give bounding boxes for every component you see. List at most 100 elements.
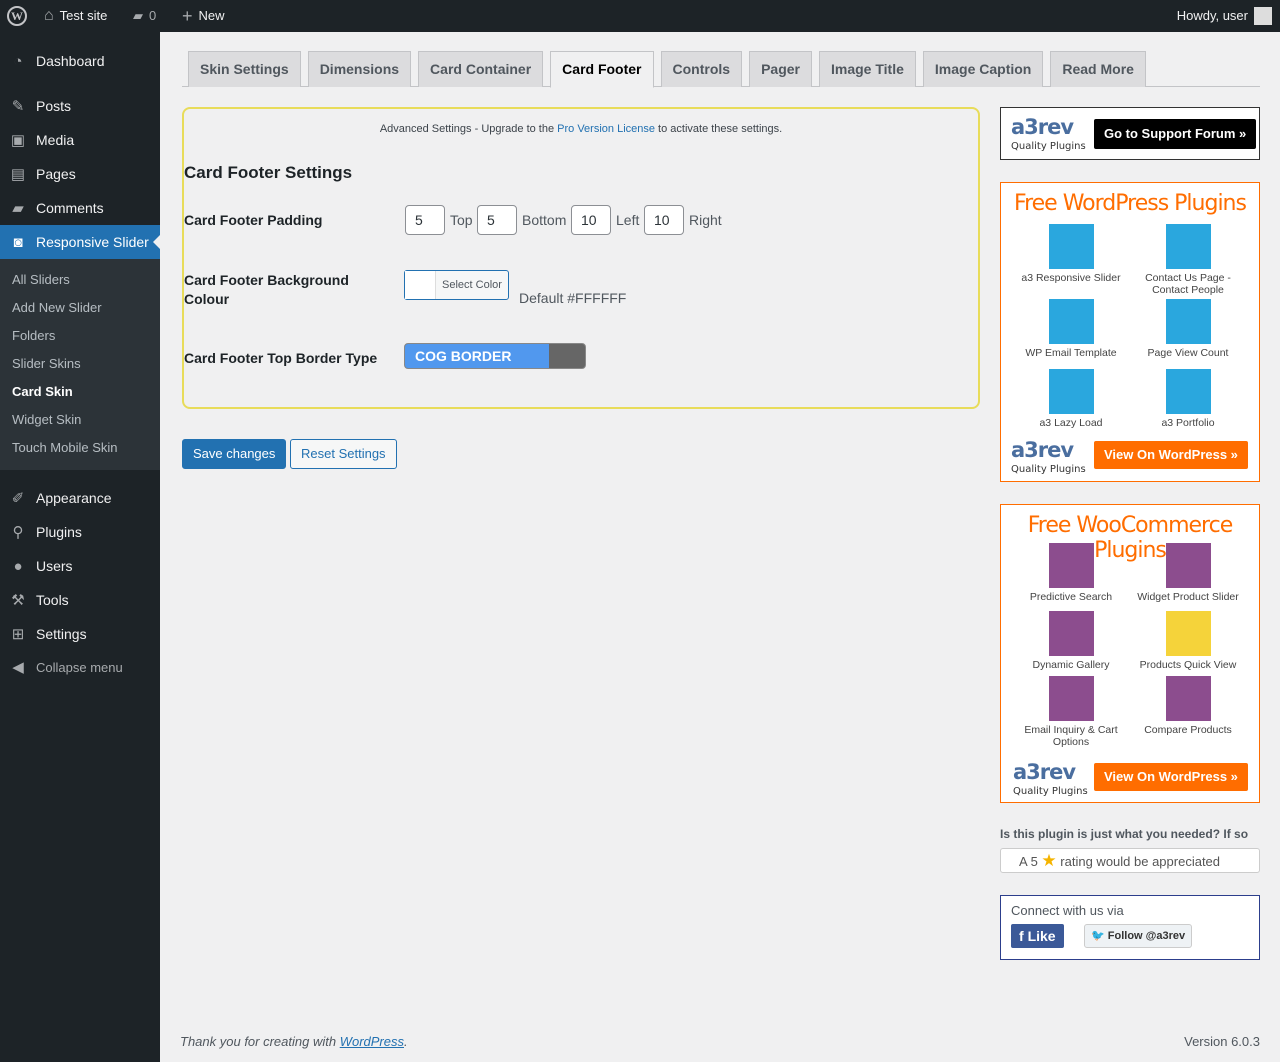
- tab-controls[interactable]: Controls: [660, 51, 743, 87]
- menu-comments[interactable]: ▰ Comments: [0, 191, 160, 225]
- padding-right-input[interactable]: 10: [644, 205, 684, 235]
- comment-icon: ▰: [12, 200, 24, 217]
- plugin-item[interactable]: WP Email Template: [1016, 299, 1126, 359]
- menu-dashboard[interactable]: ◔ Dashboard: [0, 44, 160, 78]
- support-forum-button[interactable]: Go to Support Forum »: [1094, 119, 1257, 149]
- settings-tabs: Skin Settings Dimensions Card Container …: [188, 51, 1146, 88]
- border-type-toggle[interactable]: COG BORDER: [404, 343, 586, 369]
- view-on-wordpress-button[interactable]: View On WordPress »: [1094, 441, 1248, 469]
- admin-menu: All Sliders Add New Slider Folders Slide…: [0, 32, 160, 1062]
- media-icon: ▣: [10, 132, 26, 149]
- support-panel: a3rev Quality Plugins Go to Support Forum…: [1000, 107, 1260, 160]
- plugin-icon: ⚲: [12, 524, 24, 541]
- menu-posts[interactable]: ✎ Posts: [0, 89, 160, 123]
- plugin-item[interactable]: Email Inquiry & Cart Options: [1016, 676, 1126, 748]
- pro-license-link[interactable]: Pro Version License: [557, 123, 655, 135]
- padding-label: Card Footer Padding: [184, 212, 323, 228]
- menu-appearance[interactable]: ✐ Appearance: [0, 481, 160, 515]
- rating-question: Is this plugin is just what you needed? …: [1000, 827, 1249, 841]
- facebook-like-button[interactable]: f Like: [1011, 924, 1064, 948]
- color-swatch: [405, 271, 436, 299]
- plugin-thumbnail: [1165, 543, 1211, 588]
- free-wp-plugins-panel: Free WordPress Plugins a3 Responsive Sli…: [1000, 182, 1260, 482]
- view-on-wordpress-button[interactable]: View On WordPress »: [1094, 763, 1248, 791]
- plugin-thumbnail: [1048, 224, 1094, 269]
- submenu-item[interactable]: Folders: [12, 328, 55, 343]
- submenu-item[interactable]: Add New Slider: [12, 300, 102, 315]
- a3rev-logo: a3rev Quality Plugins: [1011, 115, 1086, 152]
- settings-icon: ⊞: [11, 626, 25, 643]
- menu-responsive-slider[interactable]: ◙ Responsive Slider: [0, 225, 160, 259]
- collapse-menu[interactable]: ◀ Collapse menu: [0, 650, 160, 684]
- tab-read-more[interactable]: Read More: [1050, 51, 1146, 87]
- star-icon: ★: [1041, 851, 1057, 870]
- plus-icon: +: [182, 6, 193, 26]
- plugin-item[interactable]: Contact Us Page - Contact People: [1133, 224, 1243, 296]
- tab-image-title[interactable]: Image Title: [819, 51, 916, 87]
- account-menu[interactable]: Howdy, user: [1177, 0, 1272, 32]
- plugin-item[interactable]: Predictive Search: [1016, 543, 1126, 603]
- menu-users[interactable]: ● Users: [0, 549, 160, 583]
- menu-media[interactable]: ▣ Media: [0, 123, 160, 157]
- submenu-item[interactable]: Touch Mobile Skin: [12, 440, 118, 455]
- plugin-thumbnail: [1165, 299, 1211, 344]
- plugin-thumbnail: [1165, 676, 1211, 721]
- a3rev-logo: a3rev Quality Plugins: [1011, 438, 1086, 475]
- tab-skin-settings[interactable]: Skin Settings: [188, 51, 301, 87]
- comments-link[interactable]: ▰ 0: [133, 0, 156, 32]
- bottom-label: Bottom: [522, 212, 567, 228]
- plugin-thumbnail: [1165, 611, 1211, 656]
- plugin-item[interactable]: a3 Lazy Load: [1016, 369, 1126, 429]
- submenu-item-current[interactable]: Card Skin: [12, 384, 73, 399]
- save-button[interactable]: Save changes: [182, 439, 287, 469]
- plugin-item[interactable]: Compare Products: [1133, 676, 1243, 736]
- menu-plugins[interactable]: ⚲ Plugins: [0, 515, 160, 549]
- wordpress-link[interactable]: WordPress: [340, 1034, 404, 1049]
- plugin-item[interactable]: Dynamic Gallery: [1016, 611, 1126, 671]
- site-link[interactable]: ⌂ Test site: [44, 0, 107, 32]
- tab-image-caption[interactable]: Image Caption: [922, 51, 1044, 87]
- padding-left-input[interactable]: 10: [571, 205, 611, 235]
- right-label: Right: [689, 212, 722, 228]
- plugin-item[interactable]: a3 Portfolio: [1133, 369, 1243, 429]
- plugin-thumbnail: [1048, 369, 1094, 414]
- tab-card-footer[interactable]: Card Footer: [550, 51, 654, 88]
- menu-tools[interactable]: ⚒ Tools: [0, 583, 160, 617]
- avatar: [1254, 7, 1272, 25]
- tab-card-container[interactable]: Card Container: [418, 51, 544, 87]
- padding-bottom-input[interactable]: 5: [477, 205, 517, 235]
- brush-icon: ✐: [11, 490, 25, 507]
- plugin-item[interactable]: Widget Product Slider: [1133, 543, 1243, 603]
- plugin-item[interactable]: Page View Count: [1133, 299, 1243, 359]
- reset-button[interactable]: Reset Settings: [290, 439, 397, 469]
- menu-pages[interactable]: ▤ Pages: [0, 157, 160, 191]
- tab-dimensions[interactable]: Dimensions: [307, 51, 412, 87]
- new-link[interactable]: + New: [182, 0, 225, 32]
- wordpress-logo-icon[interactable]: W: [7, 0, 27, 32]
- twitter-icon: 🐦: [1091, 930, 1108, 942]
- plugin-thumbnail: [1048, 299, 1094, 344]
- footer-thanks: Thank you for creating with WordPress.: [180, 1034, 408, 1049]
- plugin-item[interactable]: a3 Responsive Slider: [1016, 224, 1126, 284]
- wp-plugins-title: Free WordPress Plugins: [1014, 191, 1247, 216]
- submenu-item[interactable]: Widget Skin: [12, 412, 81, 427]
- section-heading: Card Footer Settings: [184, 163, 353, 182]
- padding-top-input[interactable]: 5: [405, 205, 445, 235]
- a3rev-logo: a3rev Quality Plugins: [1013, 760, 1088, 797]
- version-text: Version 6.0.3: [1184, 1034, 1260, 1049]
- admin-bar: W ⌂ Test site ▰ 0 + New Howdy, user: [0, 0, 1280, 32]
- twitter-follow-button[interactable]: 🐦 Follow @a3rev: [1084, 924, 1193, 948]
- submenu-item[interactable]: Slider Skins: [12, 356, 81, 371]
- color-picker-button[interactable]: Select Color: [404, 270, 509, 300]
- border-type-label: Card Footer Top Border Type: [184, 350, 378, 366]
- dashboard-icon: ◔: [13, 52, 23, 70]
- rating-link[interactable]: A 5 ★ rating would be appreciated: [1000, 848, 1260, 873]
- tab-pager[interactable]: Pager: [749, 51, 812, 87]
- submenu-item[interactable]: All Sliders: [12, 272, 70, 287]
- comment-icon: ▰: [133, 8, 143, 23]
- collapse-icon: ◀: [12, 659, 24, 676]
- submenu: All Sliders Add New Slider Folders Slide…: [0, 259, 160, 470]
- connect-panel: Connect with us via f Like 🐦 Follow @a3r…: [1000, 895, 1260, 960]
- menu-settings[interactable]: ⊞ Settings: [0, 617, 160, 651]
- plugin-item[interactable]: Products Quick View: [1133, 611, 1243, 671]
